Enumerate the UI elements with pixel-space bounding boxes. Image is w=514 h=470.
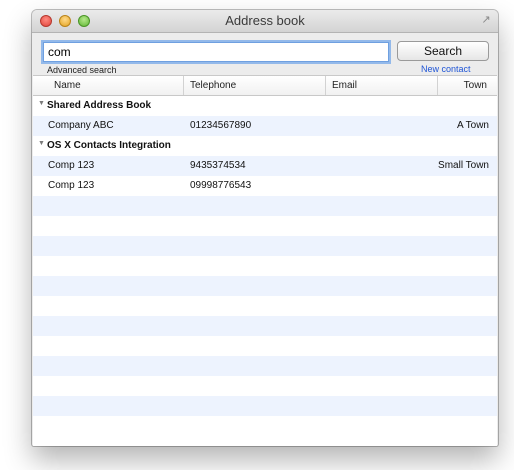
column-header-name[interactable]: Name: [48, 76, 184, 95]
empty-row: [33, 276, 497, 296]
cell-telephone: 09998776543: [190, 180, 252, 191]
title-bar[interactable]: Address book ↗: [32, 10, 498, 33]
fullscreen-icon[interactable]: ↗: [480, 14, 492, 26]
cell-town: A Town: [456, 120, 489, 131]
search-button[interactable]: Search: [397, 41, 489, 61]
disclosure-triangle-icon[interactable]: ▼: [38, 138, 45, 150]
cell-town: Small Town: [438, 160, 489, 171]
address-book-window: Address book ↗ Advanced search Search Ne…: [32, 10, 498, 446]
cell-name: Comp 123: [48, 180, 95, 191]
cell-name: Comp 123: [48, 160, 95, 171]
empty-row: [33, 236, 497, 256]
group-label: Shared Address Book: [47, 100, 152, 111]
search-input[interactable]: [43, 42, 389, 62]
table-row[interactable]: Comp 123 9435374534 Small Town: [33, 156, 497, 176]
group-row[interactable]: ▼ Shared Address Book: [33, 96, 497, 116]
cell-telephone: 01234567890: [190, 120, 252, 131]
column-header-telephone[interactable]: Telephone: [184, 76, 326, 95]
disclosure-triangle-icon[interactable]: ▼: [38, 98, 45, 110]
empty-row: [33, 196, 497, 216]
column-header-town[interactable]: Town: [438, 76, 497, 95]
table-row[interactable]: Company ABC 01234567890 A Town: [33, 116, 497, 136]
cell-name: Company ABC: [48, 120, 114, 131]
empty-row: [33, 376, 497, 396]
search-toolbar: Advanced search Search New contact: [32, 33, 498, 75]
cell-telephone: 9435374534: [190, 160, 246, 171]
advanced-search-link[interactable]: Advanced search: [47, 65, 117, 75]
empty-row: [33, 356, 497, 376]
empty-row: [33, 296, 497, 316]
empty-row: [33, 316, 497, 336]
empty-row: [33, 256, 497, 276]
table-rows: ▼ Shared Address Book Company ABC 012345678…: [33, 96, 497, 436]
empty-row: [33, 336, 497, 356]
window-title: Address book: [225, 13, 305, 28]
group-label: OS X Contacts Integration: [47, 140, 171, 151]
empty-row: [33, 396, 497, 416]
empty-row: [33, 416, 497, 436]
column-header-email[interactable]: Email: [326, 76, 438, 95]
table-header: Name Telephone Email Town: [33, 76, 497, 96]
contacts-table: Name Telephone Email Town ▼ Shared Addres…: [33, 75, 497, 446]
table-row[interactable]: Comp 123 09998776543: [33, 176, 497, 196]
new-contact-link[interactable]: New contact: [421, 64, 471, 74]
empty-row: [33, 216, 497, 236]
group-row[interactable]: ▼ OS X Contacts Integration: [33, 136, 497, 156]
